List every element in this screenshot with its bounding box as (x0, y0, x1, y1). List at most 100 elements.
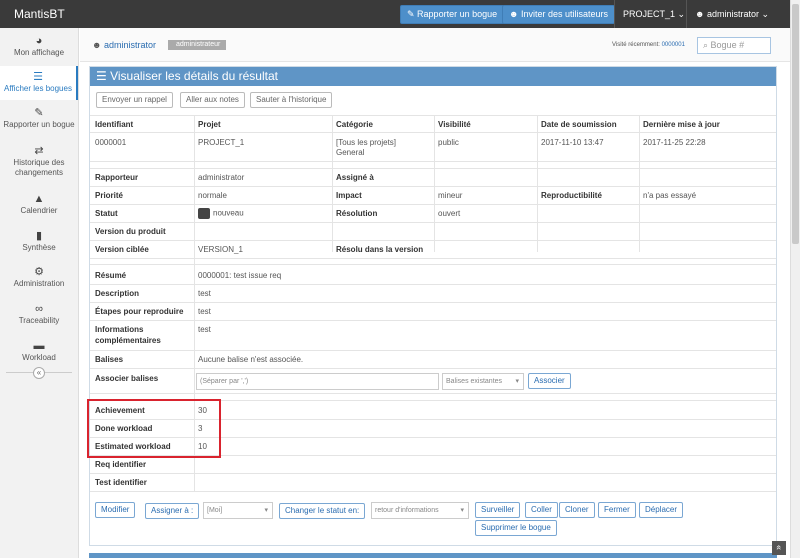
role-badge: administrateur (168, 40, 227, 50)
sidebar-item-label: Historique des changements (13, 158, 65, 177)
divider (90, 168, 776, 169)
assigned-label: Assigné à (336, 173, 374, 182)
status-label: Statut (95, 209, 118, 218)
sidebar-item-administration[interactable]: ⚙ Administration (0, 265, 78, 295)
caret-down-icon: ▾ (515, 378, 519, 385)
issue-search-input[interactable]: ⌕ Bogue # (697, 37, 771, 54)
report-bug-button[interactable]: ✎ Rapporter un bogue (400, 5, 505, 24)
resolution-value: ouvert (438, 209, 461, 218)
divider (90, 473, 776, 474)
jump-to-notes-button[interactable]: Aller aux notes (180, 92, 245, 108)
invite-users-label: Inviter des utilisateurs (520, 9, 609, 19)
attach-tags-label: Associer balises (95, 374, 159, 383)
road-icon: ▲ (33, 193, 45, 205)
priority-value: normale (198, 191, 227, 200)
divider (90, 258, 776, 259)
next-panel-header (89, 553, 777, 558)
report-bug-label: Rapporter un bogue (417, 9, 498, 19)
scrollbar[interactable] (790, 0, 800, 558)
description-value: test (198, 289, 211, 298)
chevron-down-icon: ⌄ (677, 9, 686, 19)
gears-icon: ⚙ (34, 266, 44, 278)
scroll-to-top-button[interactable]: » (772, 541, 786, 555)
existing-tags-select[interactable]: Balises existantes ▾ (442, 373, 524, 390)
user-dropdown[interactable]: ☻ administrator ⌄ (695, 9, 769, 20)
steps-value: test (198, 307, 211, 316)
search-icon: ⌕ (703, 40, 711, 50)
impact-value: mineur (438, 191, 463, 200)
issue-visibility: public (438, 138, 459, 147)
sidebar-item-my-view[interactable]: ◕ Mon affichage (0, 34, 78, 64)
sidebar-item-summary[interactable]: ▮ Synthèse (0, 229, 78, 259)
divider (90, 491, 776, 492)
bar-chart-icon: ▮ (35, 230, 43, 242)
column-header-submitted: Date de soumission (541, 120, 617, 129)
sidebar-item-label: Traceability (18, 316, 60, 325)
assign-to-button[interactable]: Assigner à : (145, 503, 200, 519)
divider (332, 115, 333, 252)
sidebar-item-roadmap[interactable]: ▲ Calendrier (0, 192, 78, 222)
sidebar-item-view-issues[interactable]: ☰ Afficher les bogues (0, 66, 78, 100)
column-header-id: Identifiant (95, 120, 134, 129)
edit-icon: ✎ (407, 9, 418, 19)
status-value: nouveau (213, 208, 244, 218)
divider (90, 302, 776, 303)
send-reminder-button[interactable]: Envoyer un rappel (96, 92, 173, 108)
scrollbar-thumb[interactable] (792, 4, 799, 244)
project-dropdown[interactable]: PROJECT_1 ⌄ (623, 9, 685, 20)
list-icon: ☰ (33, 71, 43, 83)
bars-icon: ☰ (96, 69, 111, 83)
change-status-button[interactable]: Changer le statut en: (279, 503, 366, 519)
sidebar-item-label: Calendrier (20, 206, 58, 215)
tags-input[interactable]: (Séparer par ',') (196, 373, 439, 390)
breadcrumb-user-label: administrator (103, 40, 157, 50)
delete-issue-button[interactable]: Supprimer le bogue (475, 520, 557, 536)
sidebar-item-label: Administration (13, 279, 65, 288)
divider (90, 320, 776, 321)
close-button[interactable]: Fermer (598, 502, 636, 518)
jump-to-history-button[interactable]: Sauter à l'historique (250, 92, 333, 108)
summary-value: 0000001: test issue req (198, 271, 282, 280)
divider (90, 186, 776, 187)
user-plus-icon: ☻ (509, 9, 521, 19)
divider (90, 240, 776, 241)
invite-users-button[interactable]: ☻ Inviter des utilisateurs (502, 5, 616, 24)
sidebar-item-changelog[interactable]: ⇄ Historique des changements (0, 144, 78, 184)
monitor-button[interactable]: Surveiller (475, 502, 521, 518)
custom-field-label-test-identifier: Test identifier (95, 478, 147, 487)
sidebar-item-workload[interactable]: ▬ Workload (0, 339, 78, 369)
page-title: Visualiser les détails du résultat (110, 69, 278, 83)
issue-details-panel: ☰ Visualiser les détails du résultat Env… (89, 66, 777, 546)
brand-logo[interactable]: MantisBT (14, 7, 65, 21)
status-select-value: retour d'informations (375, 507, 439, 514)
assign-to-select[interactable]: [Moi] ▾ (203, 502, 273, 519)
divider (90, 368, 776, 369)
top-navbar: MantisBT ✎ Rapporter un bogue ☻ Inviter … (0, 0, 800, 28)
issue-category: General (336, 148, 365, 157)
recent-issue-link[interactable]: 0000001 (662, 42, 685, 48)
divider (90, 264, 776, 265)
double-chevron-left-icon: « (33, 367, 45, 379)
clone-button[interactable]: Cloner (559, 502, 595, 518)
column-header-visibility: Visibilité (438, 120, 471, 129)
divider (537, 115, 538, 252)
edit-icon: ✎ (34, 107, 44, 119)
attach-tags-button[interactable]: Associer (528, 373, 571, 389)
modify-button[interactable]: Modifier (95, 502, 136, 518)
issue-category-scope: [Tous les projets] (336, 138, 397, 147)
breadcrumb-user[interactable]: ☻ administrator (92, 40, 156, 50)
sidebar-item-label: Workload (22, 353, 56, 362)
divider (90, 393, 776, 394)
issue-submitted-date: 2017-11-10 13:47 (541, 138, 604, 147)
stick-button[interactable]: Coller (525, 502, 558, 518)
sidebar-item-report-issue[interactable]: ✎ Rapporter un bogue (0, 106, 78, 136)
sidebar-item-traceability[interactable]: ∞ Traceability (0, 302, 78, 332)
status-select[interactable]: retour d'informations ▾ (371, 502, 469, 519)
move-button[interactable]: Déplacer (639, 502, 684, 518)
reporter-value: administrator (198, 173, 245, 182)
link-icon: ∞ (35, 303, 43, 315)
double-chevron-up-icon: » (773, 544, 784, 551)
divider (90, 161, 776, 162)
column-header-project: Projet (198, 120, 221, 129)
sidebar-collapse-toggle[interactable]: « (6, 367, 72, 384)
